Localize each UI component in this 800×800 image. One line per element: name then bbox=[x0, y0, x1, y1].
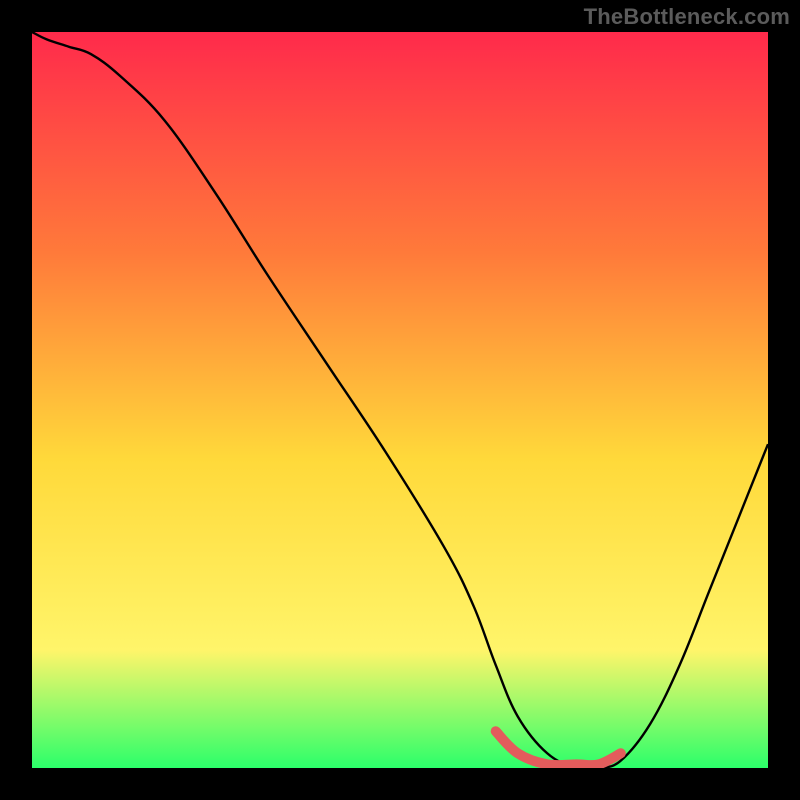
gradient-background bbox=[32, 32, 768, 768]
chart-frame: TheBottleneck.com bbox=[0, 0, 800, 800]
chart-svg bbox=[32, 32, 768, 768]
watermark-label: TheBottleneck.com bbox=[584, 4, 790, 30]
plot-area bbox=[32, 32, 768, 768]
